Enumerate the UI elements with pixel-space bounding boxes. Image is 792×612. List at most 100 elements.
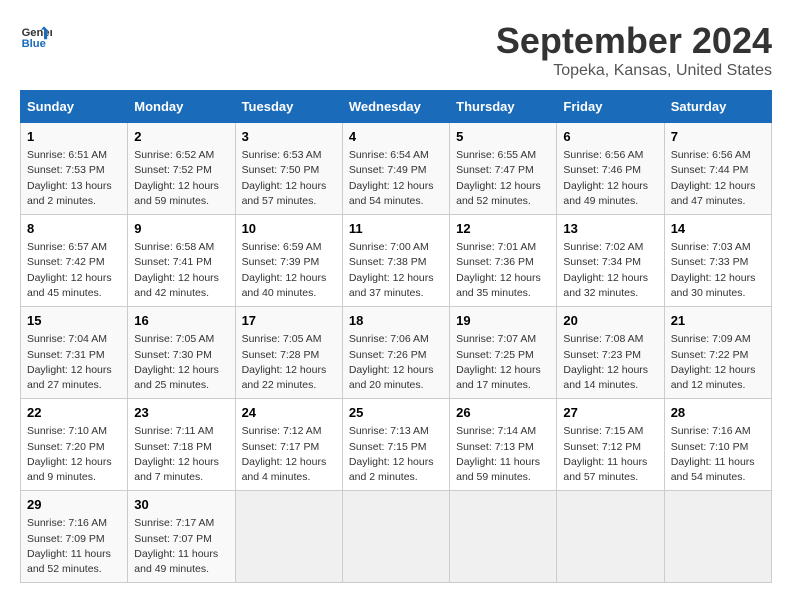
calendar-week-row: 1Sunrise: 6:51 AM Sunset: 7:53 PM Daylig… [21, 123, 772, 215]
day-number: 13 [563, 220, 657, 238]
day-number: 11 [349, 220, 443, 238]
day-info: Sunrise: 7:06 AM Sunset: 7:26 PM Dayligh… [349, 332, 443, 393]
calendar-cell: 21 Sunrise: 7:09 AM Sunset: 7:22 PM Dayli… [664, 307, 771, 399]
day-info: Sunrise: 7:05 AM Sunset: 7:30 PM Dayligh… [134, 332, 228, 393]
day-number: 21 [671, 312, 765, 330]
day-number: 5 [456, 128, 550, 146]
day-info: Sunrise: 7:05 AM Sunset: 7:28 PM Dayligh… [242, 332, 336, 393]
header: General Blue September 2024 Topeka, Kans… [20, 20, 772, 80]
calendar-cell: 12 Sunrise: 7:01 AM Sunset: 7:36 PM Dayli… [450, 215, 557, 307]
calendar-cell [450, 491, 557, 583]
day-number: 29 [27, 496, 121, 514]
title-section: September 2024 Topeka, Kansas, United St… [496, 20, 772, 80]
day-info: Sunrise: 7:01 AM Sunset: 7:36 PM Dayligh… [456, 240, 550, 301]
day-info: Sunrise: 6:52 AM Sunset: 7:52 PM Dayligh… [134, 148, 228, 209]
day-info: Sunrise: 7:07 AM Sunset: 7:25 PM Dayligh… [456, 332, 550, 393]
calendar-cell: 24Sunrise: 7:12 AM Sunset: 7:17 PM Dayli… [235, 399, 342, 491]
calendar-cell: 6 Sunrise: 6:56 AM Sunset: 7:46 PM Daylig… [557, 123, 664, 215]
day-info: Sunrise: 7:02 AM Sunset: 7:34 PM Dayligh… [563, 240, 657, 301]
calendar-cell: 16 Sunrise: 7:05 AM Sunset: 7:30 PM Dayli… [128, 307, 235, 399]
calendar-cell: 23 Sunrise: 7:11 AM Sunset: 7:18 PM Dayli… [128, 399, 235, 491]
calendar-cell: 9Sunrise: 6:58 AM Sunset: 7:41 PM Daylig… [128, 215, 235, 307]
day-number: 26 [456, 404, 550, 422]
weekday-header-tuesday: Tuesday [235, 91, 342, 123]
day-info: Sunrise: 7:10 AM Sunset: 7:20 PM Dayligh… [27, 424, 121, 485]
day-info: Sunrise: 6:54 AM Sunset: 7:49 PM Dayligh… [349, 148, 443, 209]
day-info: Sunrise: 7:00 AM Sunset: 7:38 PM Dayligh… [349, 240, 443, 301]
calendar-cell: 22Sunrise: 7:10 AM Sunset: 7:20 PM Dayli… [21, 399, 128, 491]
day-info: Sunrise: 7:12 AM Sunset: 7:17 PM Dayligh… [242, 424, 336, 485]
day-info: Sunrise: 7:04 AM Sunset: 7:31 PM Dayligh… [27, 332, 121, 393]
calendar-cell: 19 Sunrise: 7:07 AM Sunset: 7:25 PM Dayli… [450, 307, 557, 399]
calendar-cell: 1Sunrise: 6:51 AM Sunset: 7:53 PM Daylig… [21, 123, 128, 215]
day-info: Sunrise: 7:14 AM Sunset: 7:13 PM Dayligh… [456, 424, 550, 485]
day-number: 4 [349, 128, 443, 146]
day-number: 25 [349, 404, 443, 422]
calendar-cell: 4 Sunrise: 6:54 AM Sunset: 7:49 PM Daylig… [342, 123, 449, 215]
calendar-cell [235, 491, 342, 583]
calendar-week-row: 29 Sunrise: 7:16 AM Sunset: 7:09 PM Dayli… [21, 491, 772, 583]
calendar-cell: 28Sunrise: 7:16 AM Sunset: 7:10 PM Dayli… [664, 399, 771, 491]
day-number: 6 [563, 128, 657, 146]
calendar-cell [664, 491, 771, 583]
day-number: 20 [563, 312, 657, 330]
calendar-cell: 15 Sunrise: 7:04 AM Sunset: 7:31 PM Dayli… [21, 307, 128, 399]
day-info: Sunrise: 6:55 AM Sunset: 7:47 PM Dayligh… [456, 148, 550, 209]
weekday-header-monday: Monday [128, 91, 235, 123]
weekday-header-saturday: Saturday [664, 91, 771, 123]
day-number: 10 [242, 220, 336, 238]
day-number: 3 [242, 128, 336, 146]
day-number: 15 [27, 312, 121, 330]
weekday-header-wednesday: Wednesday [342, 91, 449, 123]
day-info: Sunrise: 7:17 AM Sunset: 7:07 PM Dayligh… [134, 516, 228, 577]
day-info: Sunrise: 7:08 AM Sunset: 7:23 PM Dayligh… [563, 332, 657, 393]
day-info: Sunrise: 6:59 AM Sunset: 7:39 PM Dayligh… [242, 240, 336, 301]
day-info: Sunrise: 7:15 AM Sunset: 7:12 PM Dayligh… [563, 424, 657, 485]
calendar-cell: 20 Sunrise: 7:08 AM Sunset: 7:23 PM Dayli… [557, 307, 664, 399]
calendar-week-row: 22Sunrise: 7:10 AM Sunset: 7:20 PM Dayli… [21, 399, 772, 491]
day-number: 19 [456, 312, 550, 330]
calendar-cell: 14 Sunrise: 7:03 AM Sunset: 7:33 PM Dayli… [664, 215, 771, 307]
month-title: September 2024 [496, 20, 772, 62]
svg-text:General: General [22, 27, 52, 39]
day-number: 17 [242, 312, 336, 330]
calendar-cell: 25 Sunrise: 7:13 AM Sunset: 7:15 PM Dayli… [342, 399, 449, 491]
day-number: 12 [456, 220, 550, 238]
weekday-header-thursday: Thursday [450, 91, 557, 123]
calendar-cell: 13 Sunrise: 7:02 AM Sunset: 7:34 PM Dayli… [557, 215, 664, 307]
calendar-cell: 7Sunrise: 6:56 AM Sunset: 7:44 PM Daylig… [664, 123, 771, 215]
calendar-header-row: SundayMondayTuesdayWednesdayThursdayFrid… [21, 91, 772, 123]
day-info: Sunrise: 6:53 AM Sunset: 7:50 PM Dayligh… [242, 148, 336, 209]
calendar-cell: 26 Sunrise: 7:14 AM Sunset: 7:13 PM Dayli… [450, 399, 557, 491]
day-number: 16 [134, 312, 228, 330]
calendar-week-row: 8 Sunrise: 6:57 AM Sunset: 7:42 PM Daylig… [21, 215, 772, 307]
day-info: Sunrise: 7:11 AM Sunset: 7:18 PM Dayligh… [134, 424, 228, 485]
day-info: Sunrise: 7:03 AM Sunset: 7:33 PM Dayligh… [671, 240, 765, 301]
day-info: Sunrise: 7:13 AM Sunset: 7:15 PM Dayligh… [349, 424, 443, 485]
day-info: Sunrise: 6:58 AM Sunset: 7:41 PM Dayligh… [134, 240, 228, 301]
calendar-cell: 2Sunrise: 6:52 AM Sunset: 7:52 PM Daylig… [128, 123, 235, 215]
day-info: Sunrise: 6:56 AM Sunset: 7:46 PM Dayligh… [563, 148, 657, 209]
calendar-cell: 5 Sunrise: 6:55 AM Sunset: 7:47 PM Daylig… [450, 123, 557, 215]
day-info: Sunrise: 7:16 AM Sunset: 7:09 PM Dayligh… [27, 516, 121, 577]
calendar-cell: 29 Sunrise: 7:16 AM Sunset: 7:09 PM Dayli… [21, 491, 128, 583]
day-number: 28 [671, 404, 765, 422]
calendar-cell [557, 491, 664, 583]
calendar-table: SundayMondayTuesdayWednesdayThursdayFrid… [20, 90, 772, 583]
day-number: 30 [134, 496, 228, 514]
day-number: 23 [134, 404, 228, 422]
day-number: 14 [671, 220, 765, 238]
calendar-week-row: 15 Sunrise: 7:04 AM Sunset: 7:31 PM Dayli… [21, 307, 772, 399]
calendar-cell: 27 Sunrise: 7:15 AM Sunset: 7:12 PM Dayli… [557, 399, 664, 491]
calendar-cell: 17 Sunrise: 7:05 AM Sunset: 7:28 PM Dayli… [235, 307, 342, 399]
day-number: 8 [27, 220, 121, 238]
day-number: 18 [349, 312, 443, 330]
day-info: Sunrise: 7:09 AM Sunset: 7:22 PM Dayligh… [671, 332, 765, 393]
weekday-header-sunday: Sunday [21, 91, 128, 123]
calendar-cell: 18 Sunrise: 7:06 AM Sunset: 7:26 PM Dayli… [342, 307, 449, 399]
weekday-header-friday: Friday [557, 91, 664, 123]
day-number: 27 [563, 404, 657, 422]
calendar-cell [342, 491, 449, 583]
svg-text:Blue: Blue [22, 38, 46, 50]
day-info: Sunrise: 6:57 AM Sunset: 7:42 PM Dayligh… [27, 240, 121, 301]
